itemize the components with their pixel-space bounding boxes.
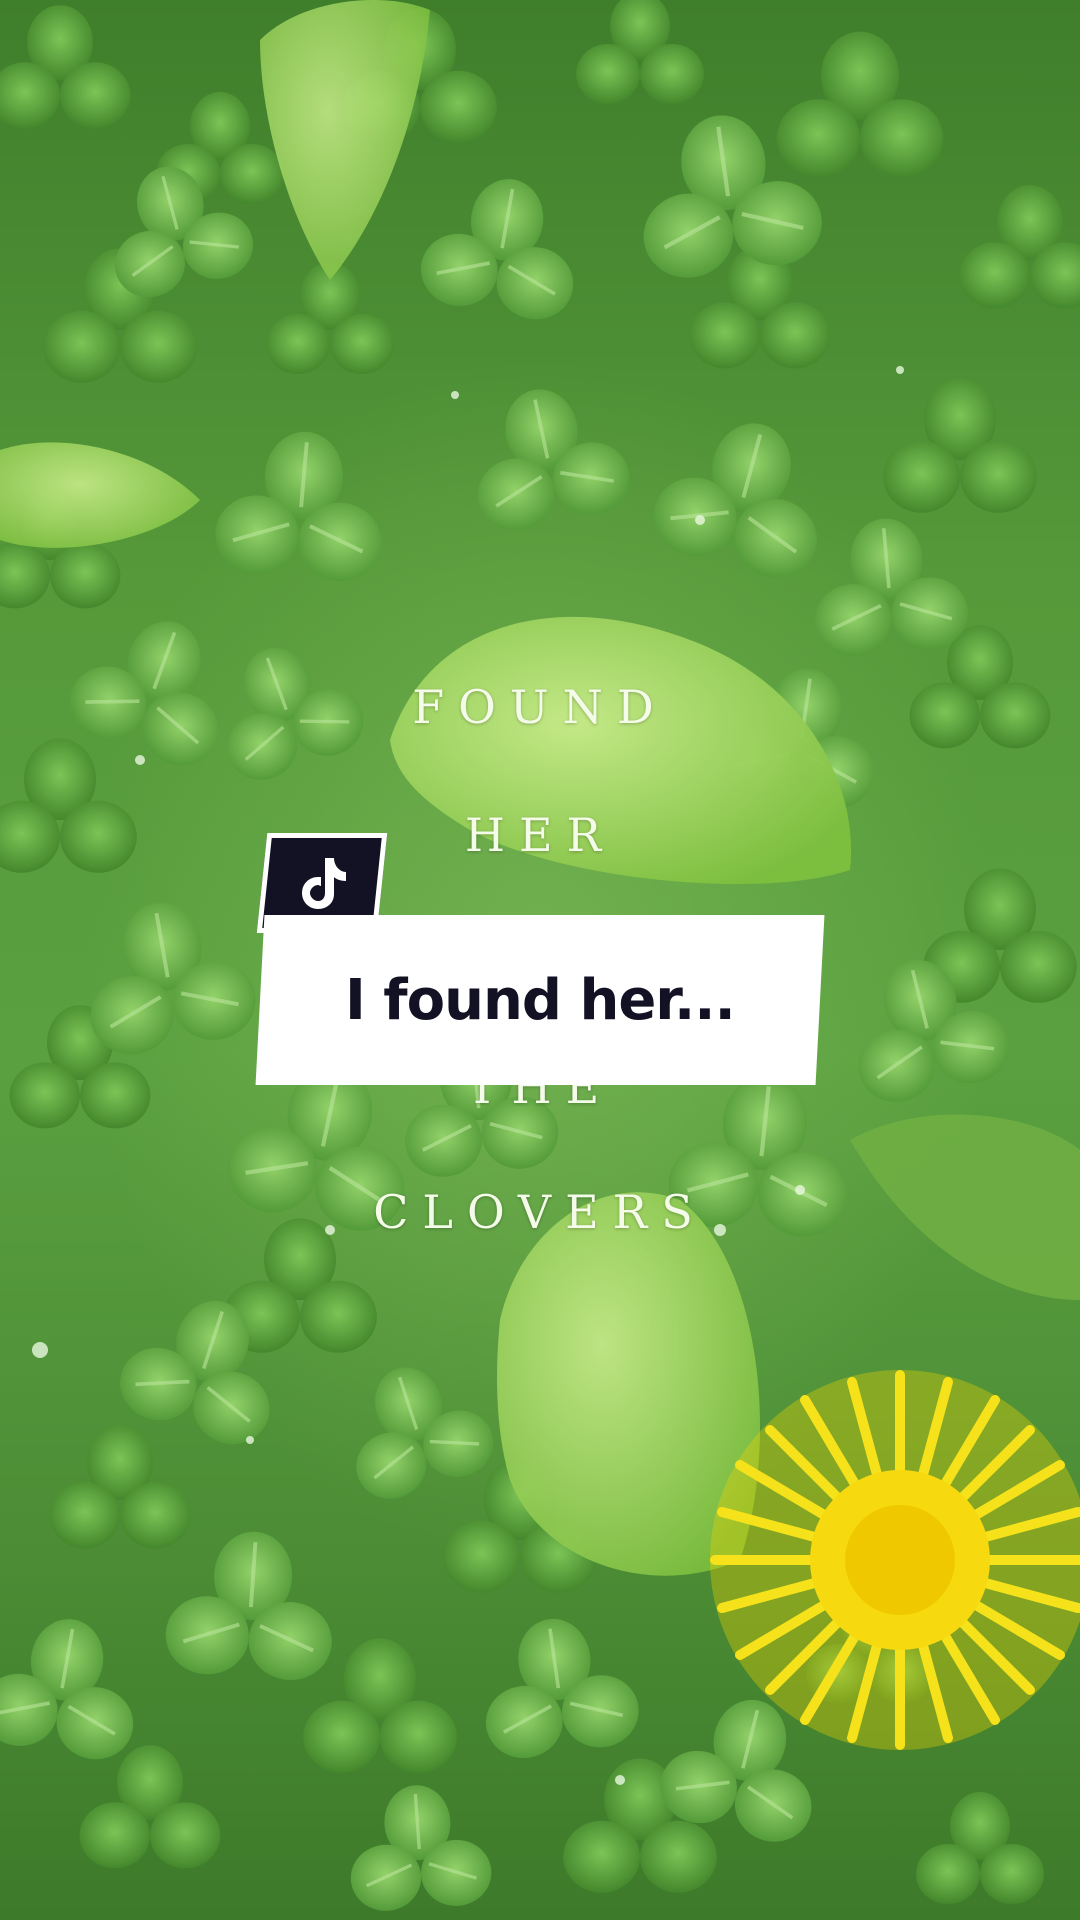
overlay-line-found: FOUND bbox=[412, 680, 668, 734]
caption-card: I found her... bbox=[255, 915, 825, 1085]
tiktok-logo-icon bbox=[302, 858, 346, 909]
overlay-line-clovers: CLOVERS bbox=[373, 1185, 707, 1239]
dandelion-flower bbox=[710, 1370, 1080, 1750]
video-frame[interactable]: FOUND HER THE CLOVERS I found her... bbox=[0, 0, 1080, 1920]
caption-text: I found her... bbox=[345, 967, 735, 1033]
overlay-line-her: HER bbox=[464, 808, 616, 862]
